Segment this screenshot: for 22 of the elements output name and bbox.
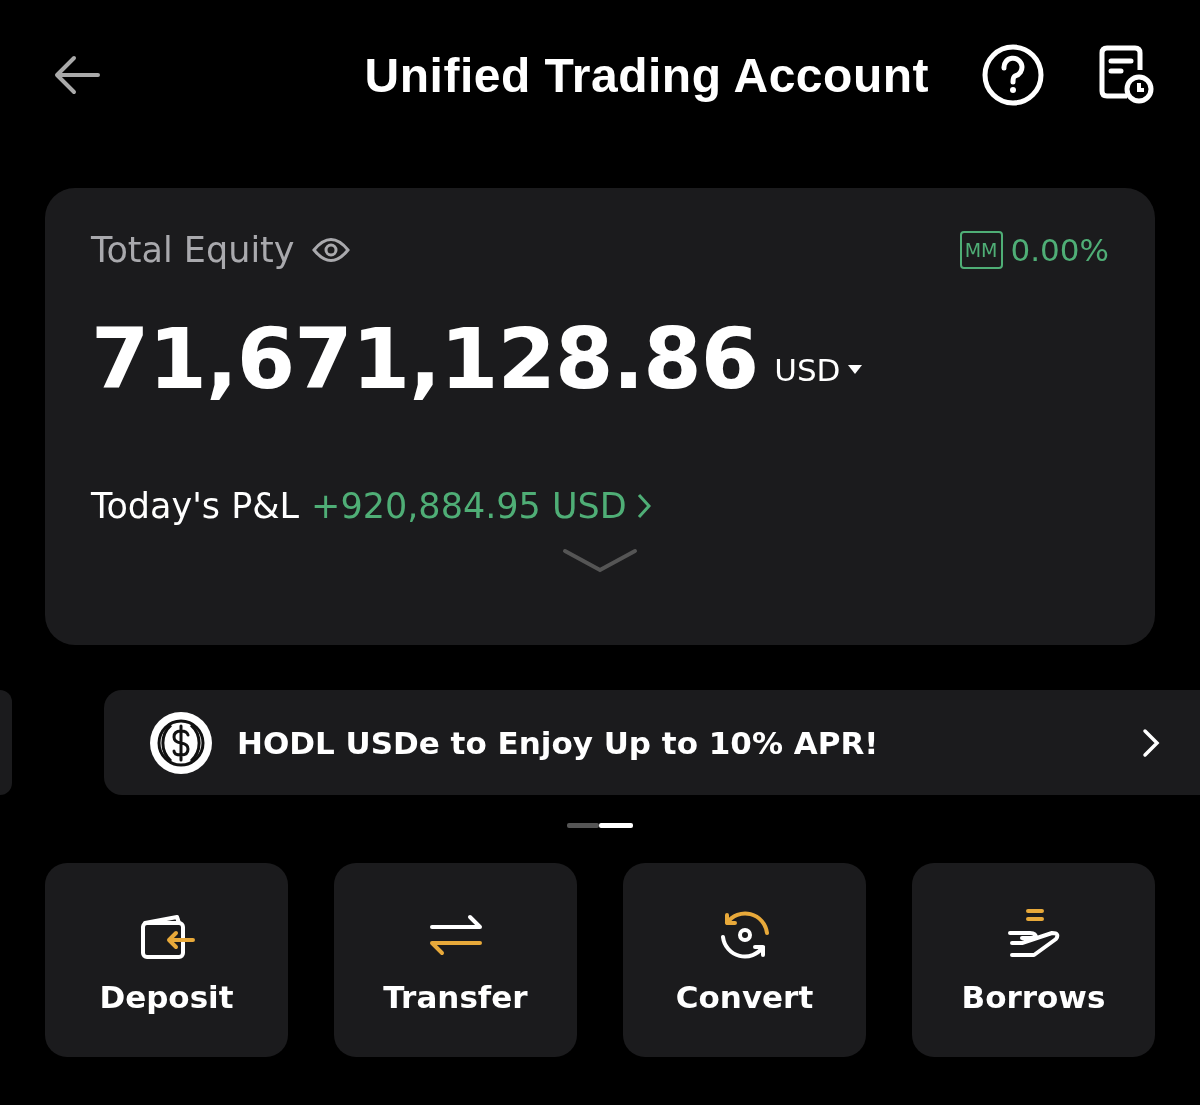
pnl-link[interactable]: +920,884.95 USD [311, 486, 651, 526]
action-button[interactable]: Convert [623, 863, 866, 1057]
help-button[interactable] [981, 43, 1045, 107]
currency-dropdown[interactable]: USD [774, 352, 863, 388]
caret-down-icon [848, 365, 863, 375]
chevron-right-icon [1142, 727, 1160, 758]
pnl-label: Today's P&L [91, 486, 300, 526]
dollar-coin-icon [149, 710, 213, 775]
mm-badge: MM [959, 231, 1003, 269]
history-button[interactable] [1097, 44, 1155, 106]
action-button[interactable]: Deposit [45, 863, 288, 1057]
carousel-indicator[interactable] [599, 823, 633, 828]
action-button[interactable]: Transfer [334, 863, 577, 1057]
window-title: Unified Trading Account [363, 47, 930, 103]
promo-banner[interactable]: HODL USDe to Enjoy Up to 10% APR! [104, 690, 1200, 795]
chevron-right-icon [636, 493, 651, 519]
mm-value: 0.00% [1010, 232, 1109, 268]
action-button[interactable]: Borrows [912, 863, 1155, 1057]
equity-amount: 71,671,128.86 [91, 310, 759, 408]
equity-label: Total Equity [91, 230, 295, 270]
back-button[interactable] [52, 53, 102, 97]
eye-icon[interactable] [310, 235, 351, 265]
